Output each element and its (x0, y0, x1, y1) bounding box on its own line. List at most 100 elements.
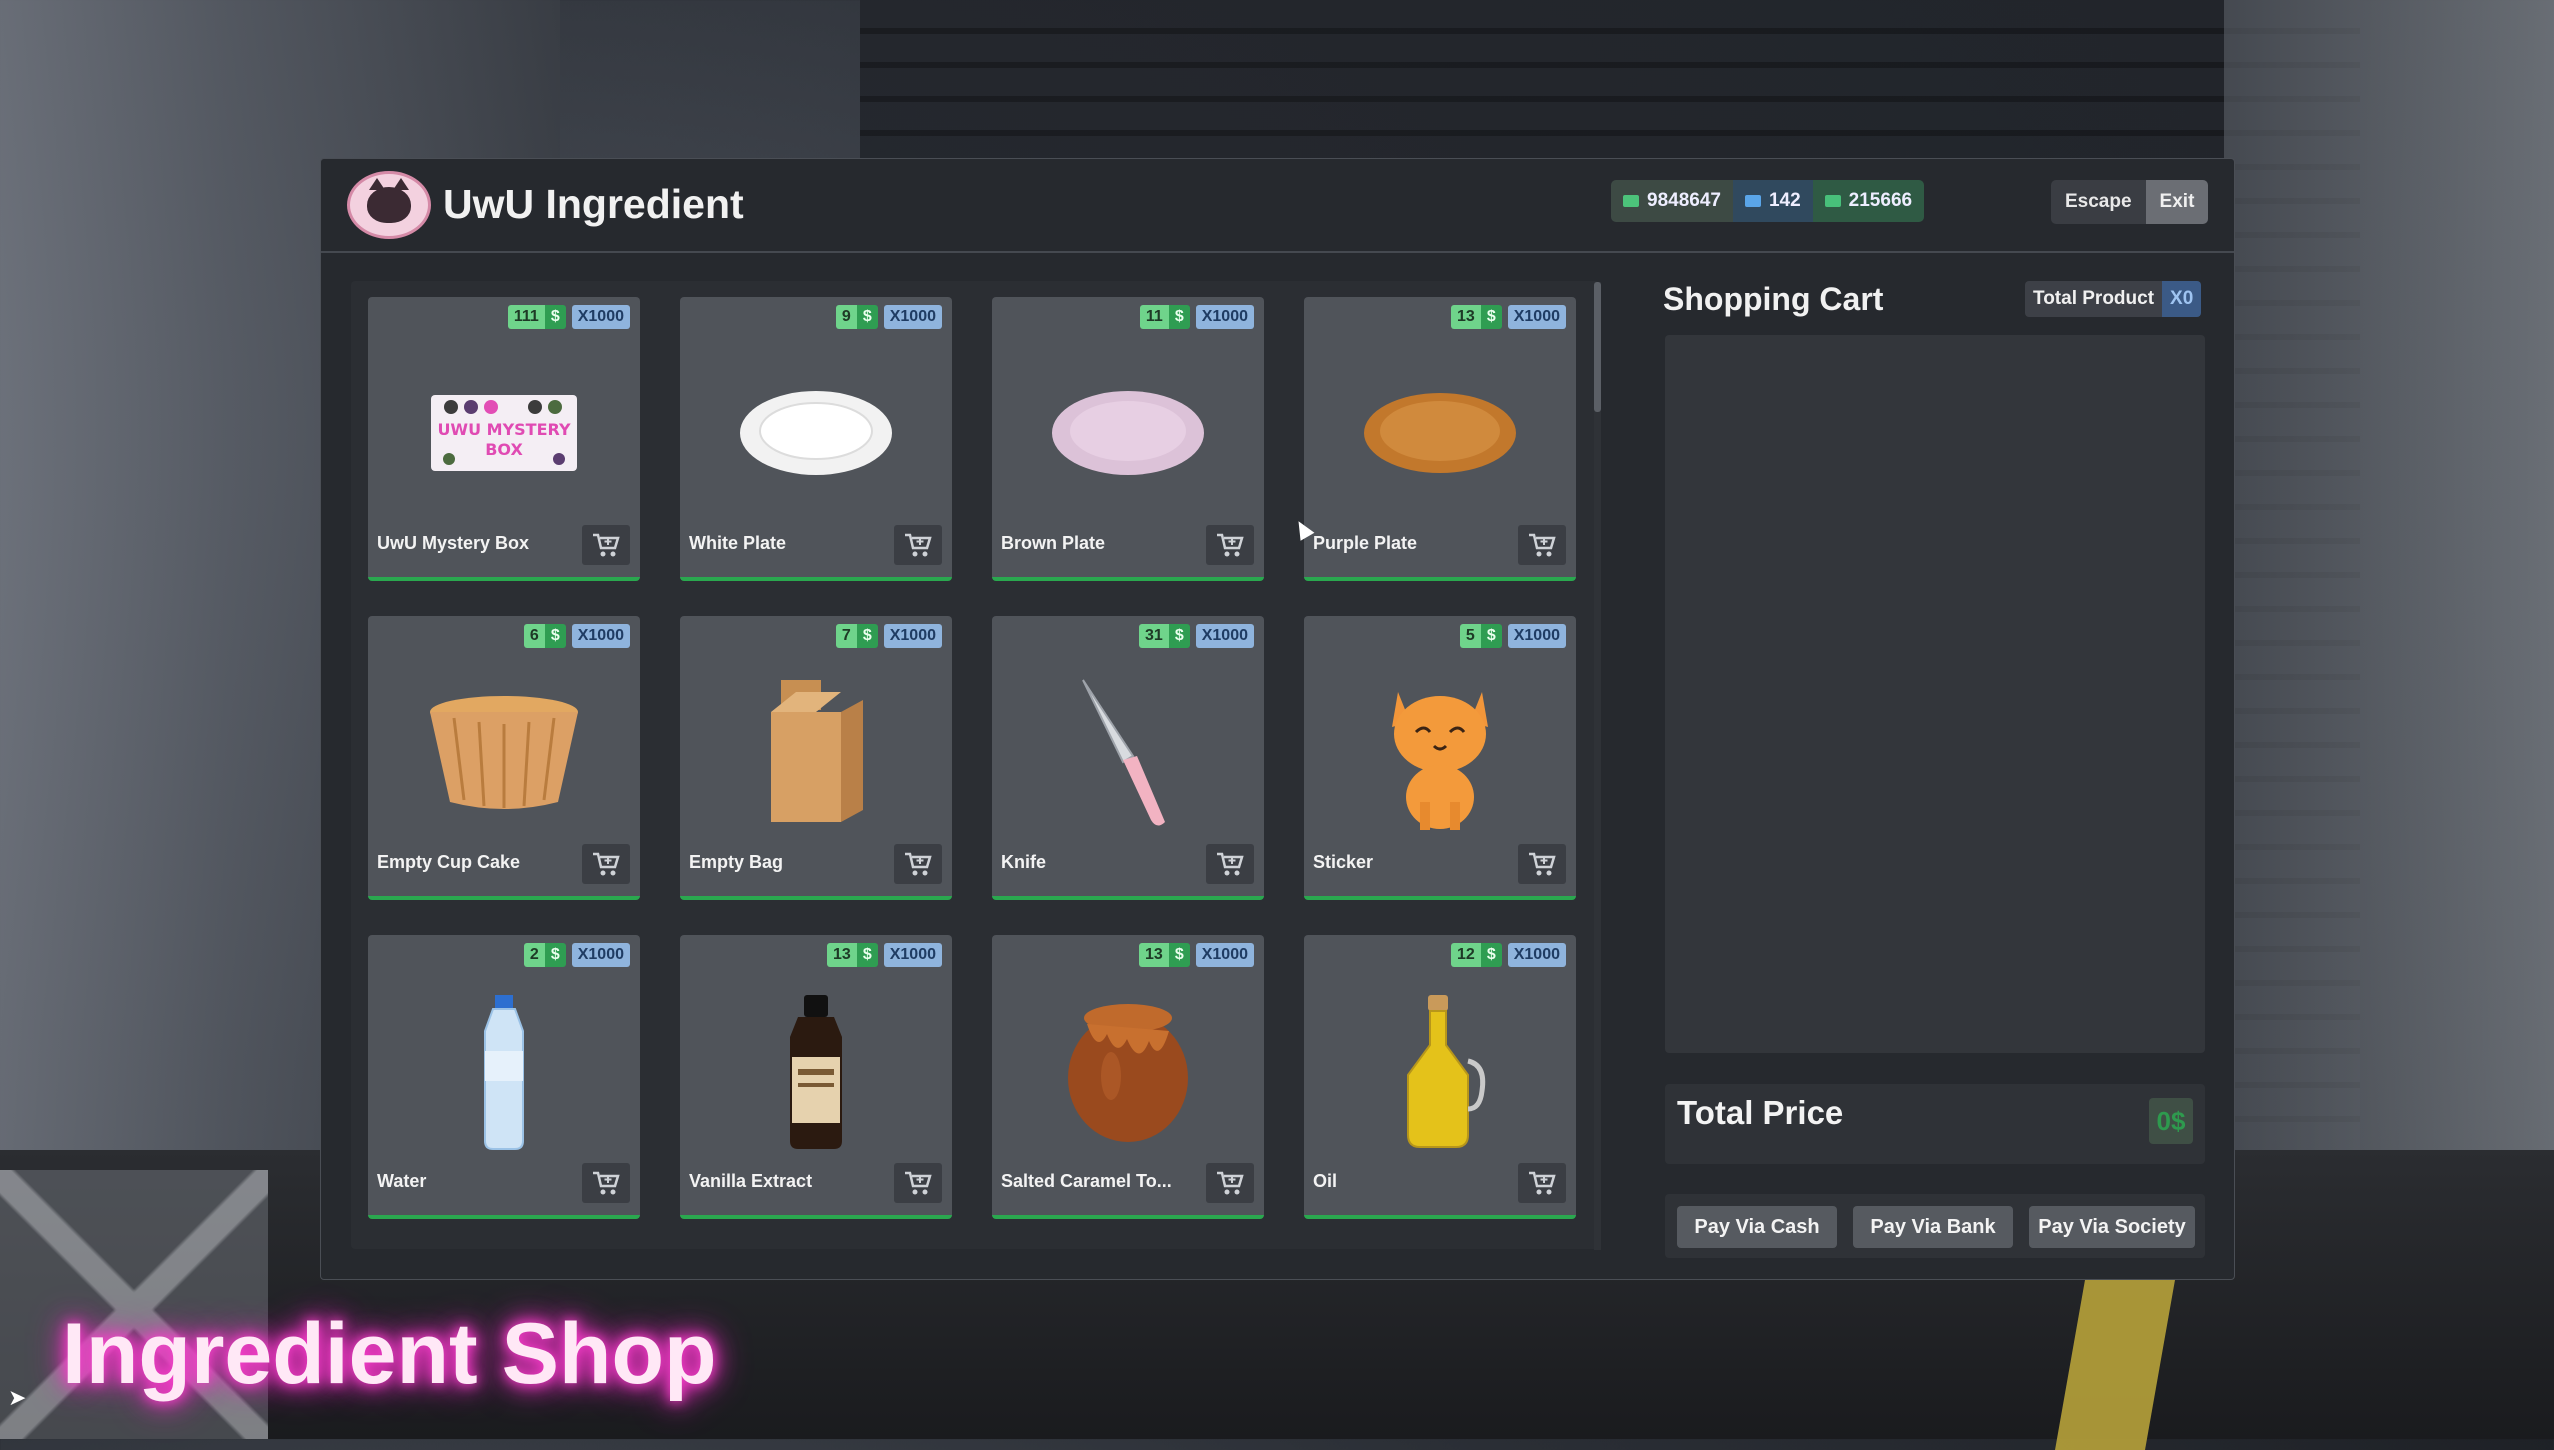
product-card[interactable]: 111 $ X1000 UWU MYSTERY BOX UwU Mystery B… (368, 297, 640, 581)
currency-symbol: $ (856, 624, 878, 648)
price-tag: 111 $ (507, 305, 566, 329)
vanilla-bottle-icon (680, 981, 952, 1161)
product-tags: 13 $ X1000 (1139, 943, 1254, 967)
currency-symbol: $ (1480, 305, 1502, 329)
add-to-cart-button[interactable] (894, 844, 942, 884)
currency-symbol: $ (544, 624, 566, 648)
stock-tag: X1000 (1507, 305, 1566, 329)
product-tags: 5 $ X1000 (1459, 624, 1566, 648)
caramel-jar-icon (992, 981, 1264, 1161)
price-tag: 9 $ (835, 305, 878, 329)
society-value: 215666 (1848, 190, 1913, 211)
cart-icon (905, 533, 932, 557)
add-to-cart-button[interactable] (1518, 844, 1566, 884)
stock-tag: X1000 (571, 624, 630, 648)
total-price-value: 0$ (2149, 1098, 2193, 1144)
product-card[interactable]: 12 $ X1000 Oil (1304, 935, 1576, 1219)
product-name: Empty Cup Cake (377, 852, 521, 872)
product-card[interactable]: 13 $ X1000 Purple Plate (1304, 297, 1576, 581)
product-name: UwU Mystery Box (377, 533, 530, 553)
add-to-cart-button[interactable] (582, 844, 630, 884)
price-value: 6 (523, 624, 545, 648)
cart-item-list (1665, 335, 2205, 1053)
cart-icon (1217, 1171, 1244, 1195)
cart-icon (1529, 852, 1556, 876)
society-balance: 215666 (1812, 180, 1925, 222)
product-name: Sticker (1313, 852, 1374, 872)
product-card[interactable]: 13 $ X1000 Salted Caramel To... (992, 935, 1264, 1219)
product-name: Brown Plate (1001, 533, 1106, 553)
price-tag: 2 $ (523, 943, 566, 967)
price-tag: 11 $ (1139, 305, 1190, 329)
add-to-cart-button[interactable] (1206, 1163, 1254, 1203)
bank-icon (1744, 195, 1761, 207)
price-value: 111 (507, 305, 545, 329)
oil-bottle-icon (1304, 981, 1576, 1161)
pay-society-button[interactable]: Pay Via Society (2029, 1206, 2195, 1248)
window-controls: Escape Exit (2051, 180, 2209, 224)
price-tag: 12 $ (1451, 943, 1502, 967)
cash-balance: 9848647 (1611, 180, 1733, 222)
shop-logo (347, 171, 431, 239)
product-card[interactable]: 31 $ X1000 Knife (992, 616, 1264, 900)
price-value: 13 (1139, 943, 1169, 967)
water-bottle-icon (368, 981, 640, 1161)
price-tag: 7 $ (835, 624, 878, 648)
add-to-cart-button[interactable] (894, 1163, 942, 1203)
title-bar: UwU Ingredient 9848647 142 215666 Escape… (321, 159, 2234, 253)
price-tag: 5 $ (1459, 624, 1502, 648)
exit-button[interactable]: Exit (2145, 180, 2209, 224)
add-to-cart-button[interactable] (582, 1163, 630, 1203)
add-to-cart-button[interactable] (1518, 1163, 1566, 1203)
add-to-cart-button[interactable] (1206, 844, 1254, 884)
pay-bank-button[interactable]: Pay Via Bank (1853, 1206, 2013, 1248)
add-to-cart-button[interactable] (582, 525, 630, 565)
price-value: 13 (827, 943, 857, 967)
price-tag: 13 $ (1139, 943, 1190, 967)
price-value: 9 (835, 305, 857, 329)
stock-tag: X1000 (1507, 624, 1566, 648)
cart-icon (905, 852, 932, 876)
product-card[interactable]: 2 $ X1000 Water (368, 935, 640, 1219)
svg-text:BOX: BOX (485, 440, 523, 459)
product-card[interactable]: 7 $ X1000 Empty Bag (680, 616, 952, 900)
bank-balance: 142 (1732, 180, 1813, 222)
cart-icon (1217, 533, 1244, 557)
product-card[interactable]: 11 $ X1000 Brown Plate (992, 297, 1264, 581)
stock-tag: X1000 (1195, 305, 1254, 329)
escape-button[interactable]: Escape (2051, 180, 2146, 224)
price-value: 12 (1451, 943, 1481, 967)
bank-value: 142 (1768, 190, 1801, 211)
product-card[interactable]: 5 $ X1000 Sticker (1304, 616, 1576, 900)
price-tag: 13 $ (827, 943, 878, 967)
add-to-cart-button[interactable] (894, 525, 942, 565)
currency-symbol: $ (856, 305, 878, 329)
pay-cash-button[interactable]: Pay Via Cash (1677, 1206, 1837, 1248)
product-tags: 12 $ X1000 (1451, 943, 1566, 967)
stock-tag: X1000 (883, 624, 942, 648)
product-scrollbar[interactable] (1594, 282, 1601, 1250)
payment-options: Pay Via Cash Pay Via Bank Pay Via Societ… (1665, 1194, 2205, 1258)
shop-window: UwU Ingredient 9848647 142 215666 Escape… (320, 158, 2235, 1280)
total-product-badge: Total Product X0 (2025, 281, 2202, 317)
stock-tag: X1000 (883, 305, 942, 329)
app-title: UwU Ingredient (443, 181, 744, 227)
cash-value: 9848647 (1647, 190, 1721, 211)
add-to-cart-button[interactable] (1206, 525, 1254, 565)
currency-symbol: $ (544, 305, 566, 329)
price-value: 31 (1139, 624, 1169, 648)
product-tags: 7 $ X1000 (835, 624, 942, 648)
product-name: Empty Bag (689, 852, 784, 872)
stock-tag: X1000 (571, 943, 630, 967)
scroll-thumb[interactable] (1594, 282, 1601, 412)
price-value: 7 (835, 624, 857, 648)
stock-tag: X1000 (883, 943, 942, 967)
product-card[interactable]: 6 $ X1000 Empty Cup Cake (368, 616, 640, 900)
currency-symbol: $ (544, 943, 566, 967)
product-tags: 9 $ X1000 (835, 305, 942, 329)
product-card[interactable]: 13 $ X1000 Vanilla Extract (680, 935, 952, 1219)
product-card[interactable]: 9 $ X1000 White Plate (680, 297, 952, 581)
stock-tag: X1000 (1195, 624, 1254, 648)
stock-tag: X1000 (1195, 943, 1254, 967)
add-to-cart-button[interactable] (1518, 525, 1566, 565)
